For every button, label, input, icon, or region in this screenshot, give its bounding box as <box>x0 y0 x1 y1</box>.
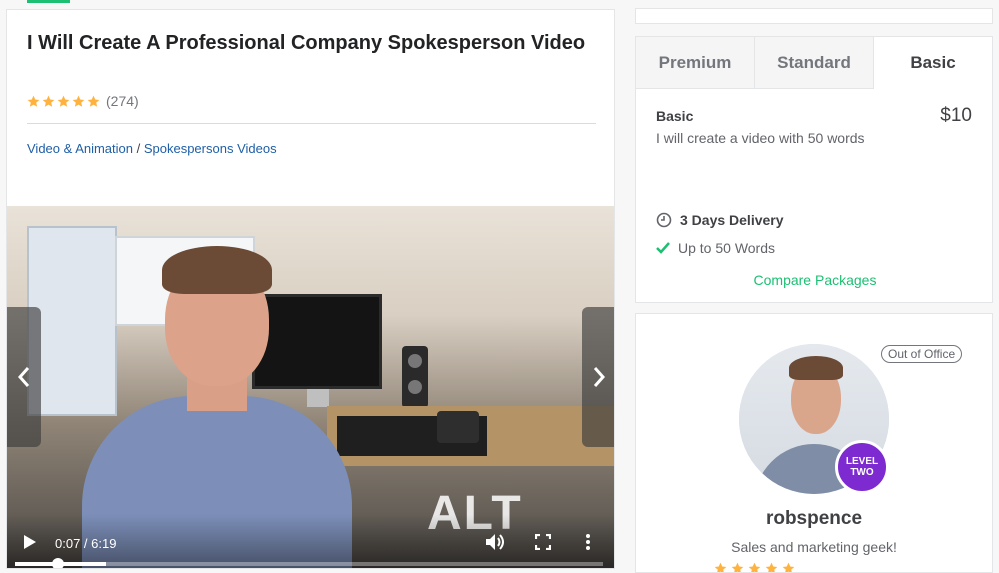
volume-icon[interactable] <box>485 533 507 551</box>
seller-name[interactable]: robspence <box>636 508 992 530</box>
gallery-prev-button[interactable] <box>7 307 41 447</box>
gallery-next-button[interactable] <box>582 307 614 447</box>
seller-card: LEVEL TWO Out of Office robspence Sales … <box>635 313 993 573</box>
compare-packages-link[interactable]: Compare Packages <box>636 272 994 288</box>
video-controls-bar: 0:07 / 6:19 <box>7 514 614 568</box>
package-card: Premium Standard Basic Basic $10 I will … <box>635 36 993 303</box>
divider <box>27 123 596 124</box>
gig-video-player[interactable]: ALT 0:07 / 6:19 <box>7 206 614 568</box>
breadcrumb: Video & Animation / Spokespersons Videos <box>27 141 277 156</box>
video-presenter-hair <box>162 246 272 294</box>
video-scene-monitor <box>252 294 382 389</box>
play-icon[interactable] <box>23 534 37 550</box>
check-icon <box>656 242 670 254</box>
package-price: $10 <box>940 105 972 126</box>
star-icon <box>27 95 40 107</box>
gig-rating[interactable]: (274) <box>27 93 139 109</box>
video-time-display: 0:07 / 6:19 <box>55 536 117 551</box>
gig-overview-card: I Will Create A Professional Company Spo… <box>6 9 615 569</box>
seller-tagline: Sales and marketing geek! <box>731 539 897 555</box>
star-icon <box>57 95 70 107</box>
chevron-left-icon <box>17 367 30 387</box>
breadcrumb-subcategory-link[interactable]: Spokespersons Videos <box>144 141 277 156</box>
delivery-label: 3 Days Delivery <box>680 212 784 228</box>
fullscreen-icon[interactable] <box>535 534 551 550</box>
video-scene-speaker <box>402 346 428 408</box>
level-badge-line1: LEVEL <box>845 456 879 467</box>
level-badge-line2: TWO <box>850 467 874 478</box>
video-scene-phone <box>437 411 479 443</box>
delivery-time: 3 Days Delivery <box>656 212 784 228</box>
avatar-hair <box>789 356 843 380</box>
clock-icon <box>656 212 672 228</box>
star-icon <box>42 95 55 107</box>
package-description: I will create a video with 50 words <box>656 130 865 146</box>
package-tabs: Premium Standard Basic <box>636 37 992 89</box>
chevron-right-icon <box>593 367 606 387</box>
star-icon <box>72 95 85 107</box>
top-accent-bar <box>27 0 70 3</box>
gig-title: I Will Create A Professional Company Spo… <box>27 32 586 54</box>
tab-standard[interactable]: Standard <box>755 37 874 88</box>
breadcrumb-separator: / <box>133 141 144 156</box>
seller-level-badge: LEVEL TWO <box>835 440 889 494</box>
feature-label: Up to 50 Words <box>678 240 776 256</box>
tab-basic[interactable]: Basic <box>874 37 992 89</box>
status-badge: Out of Office <box>881 345 963 363</box>
tab-premium[interactable]: Premium <box>636 37 755 88</box>
video-scene-monitor-stand <box>307 389 329 407</box>
top-widget-edge <box>635 8 993 24</box>
package-feature: Up to 50 Words <box>656 240 775 256</box>
more-vertical-icon[interactable] <box>585 533 591 551</box>
breadcrumb-category-link[interactable]: Video & Animation <box>27 141 133 156</box>
star-icon <box>87 95 100 107</box>
rating-count: (274) <box>106 93 139 109</box>
package-name: Basic <box>656 108 694 124</box>
video-progress-track[interactable] <box>15 558 603 568</box>
